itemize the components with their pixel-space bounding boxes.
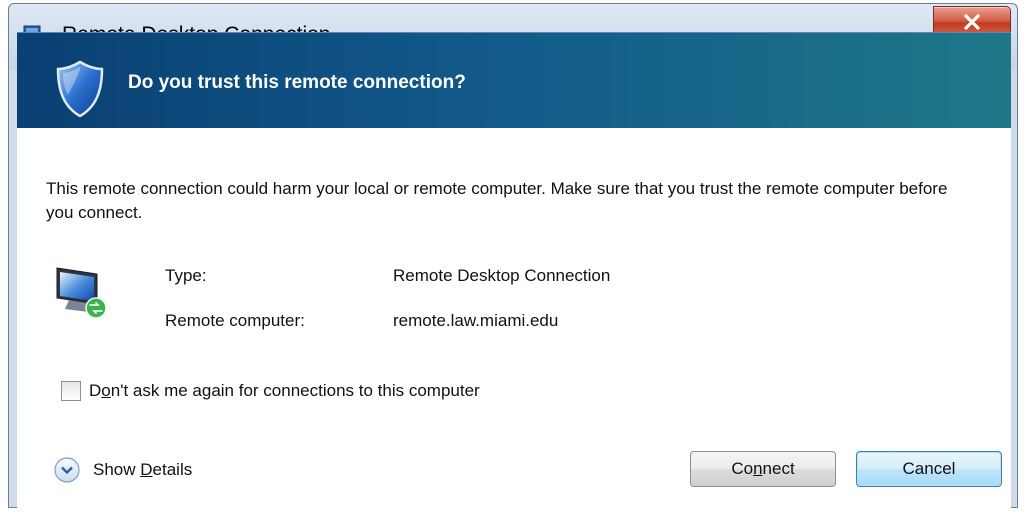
- show-details-rest: etails: [152, 460, 193, 479]
- show-details-accesskey: D: [140, 460, 153, 479]
- connect-button[interactable]: Co n nect: [690, 451, 836, 487]
- dont-ask-label-rest: n't ask me again for connections to this…: [110, 381, 480, 400]
- remote-computer-icon: [56, 267, 107, 319]
- dialog-header: Do you trust this remote connection?: [17, 32, 1011, 129]
- show-details-prefix: Show: [93, 460, 141, 479]
- type-label: Type:: [165, 266, 207, 285]
- remote-computer-value: remote.law.miami.edu: [393, 311, 559, 330]
- show-details-toggle[interactable]: Show Details: [53, 456, 192, 484]
- remote-computer-label: Remote computer:: [165, 311, 305, 330]
- dont-ask-label-accesskey: o: [101, 381, 111, 400]
- dont-ask-label[interactable]: Don't ask me again for connections to th…: [89, 381, 480, 401]
- warning-text: This remote connection could harm your l…: [46, 179, 948, 222]
- dont-ask-checkbox[interactable]: [61, 381, 81, 401]
- dont-ask-label-prefix: D: [89, 381, 102, 400]
- cancel-button[interactable]: Cancel: [856, 451, 1002, 487]
- header-title: Do you trust this remote connection?: [128, 72, 466, 93]
- connect-rest: nect: [762, 459, 795, 478]
- show-details-label: Show Details: [93, 460, 192, 480]
- dialog-window: Remote Desktop Connection Do you trust t…: [8, 3, 1018, 509]
- type-value: Remote Desktop Connection: [393, 266, 611, 285]
- close-icon: [964, 14, 980, 30]
- dialog-content: This remote connection could harm your l…: [17, 128, 1011, 509]
- connect-prefix: Co: [731, 459, 754, 478]
- connect-accesskey: n: [753, 459, 763, 478]
- chevron-down-icon: [54, 457, 80, 483]
- shield-icon: [56, 60, 104, 118]
